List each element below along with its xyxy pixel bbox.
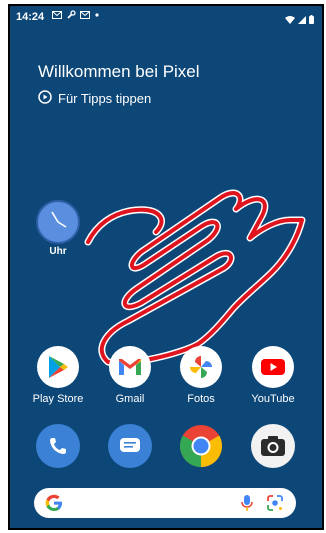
- messages-icon: [108, 424, 152, 468]
- app-gmail[interactable]: Gmail: [98, 346, 162, 405]
- camera-icon: [251, 424, 295, 468]
- play-store-icon: [37, 346, 79, 388]
- google-g-icon: [44, 493, 64, 518]
- app-label: YouTube: [251, 393, 295, 405]
- app-label: Gmail: [115, 393, 145, 405]
- app-youtube[interactable]: YouTube: [241, 346, 305, 405]
- app-chrome[interactable]: [169, 424, 233, 468]
- home-screen: 14:24 Willkommen bei Pixel Für Tipps tip…: [8, 4, 324, 530]
- search-bar[interactable]: [34, 488, 296, 518]
- app-phone[interactable]: [26, 424, 90, 468]
- app-camera[interactable]: [241, 424, 305, 468]
- photos-icon: [180, 346, 222, 388]
- gmail-icon: [109, 346, 151, 388]
- app-play-store[interactable]: Play Store: [26, 346, 90, 405]
- chrome-icon: [179, 424, 223, 468]
- app-label: Play Store: [32, 393, 84, 405]
- mic-icon[interactable]: [240, 494, 254, 517]
- app-label: Fotos: [187, 393, 215, 405]
- app-photos[interactable]: Fotos: [169, 346, 233, 405]
- app-messages[interactable]: [98, 424, 162, 468]
- phone-icon: [36, 424, 80, 468]
- youtube-icon: [252, 346, 294, 388]
- lens-icon[interactable]: [266, 494, 284, 517]
